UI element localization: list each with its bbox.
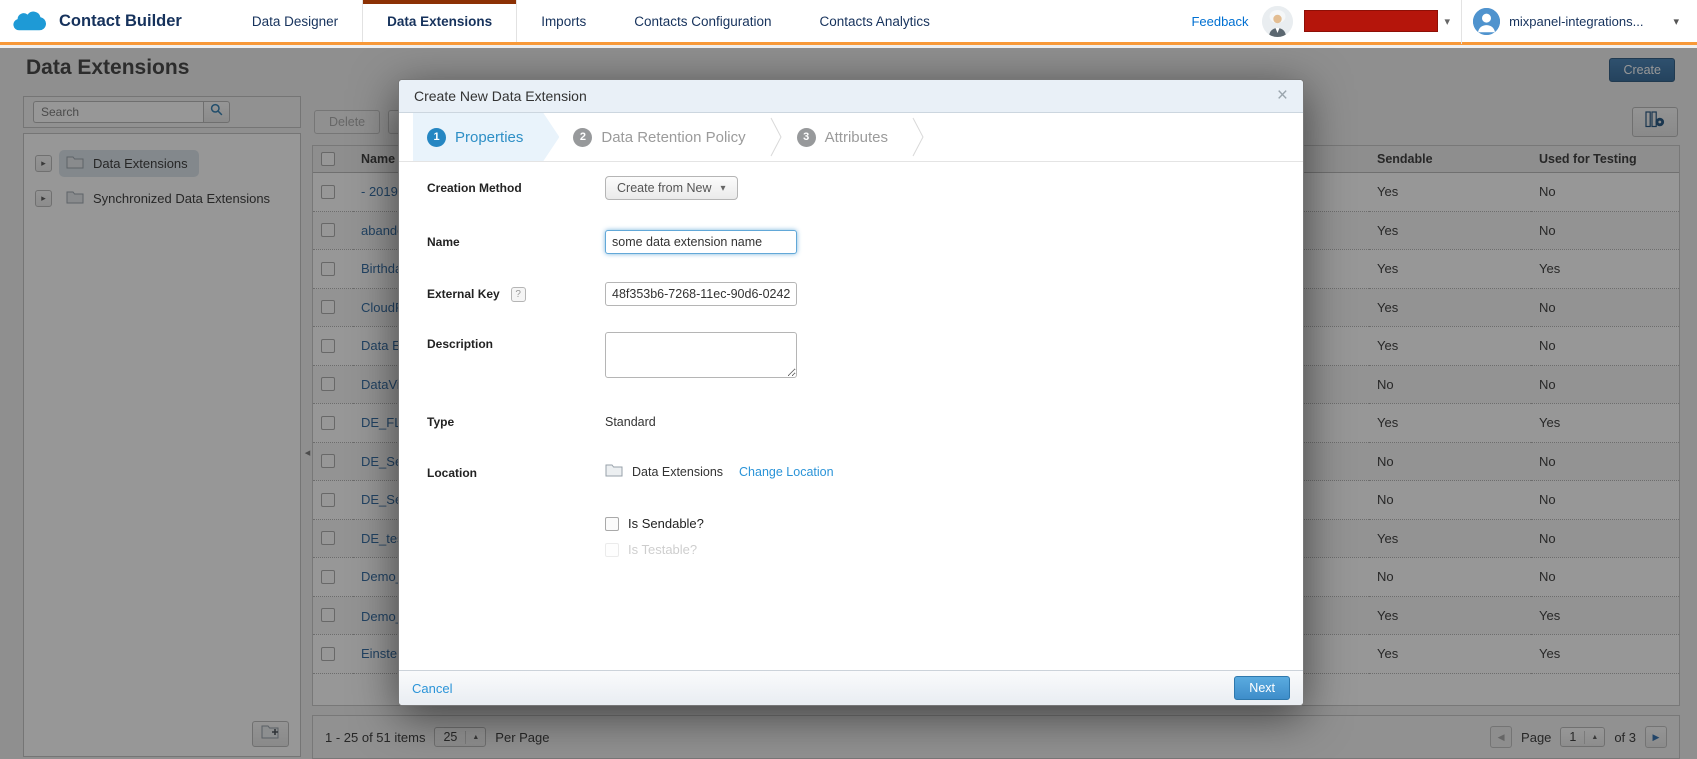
redacted-account-switcher[interactable] [1304, 10, 1438, 32]
creation-method-label: Creation Method [427, 176, 605, 200]
einstein-avatar-icon[interactable] [1262, 6, 1293, 37]
next-button[interactable]: Next [1234, 676, 1290, 700]
nav-item-data-extensions[interactable]: Data Extensions [362, 0, 517, 42]
wizard-steps: 1 Properties 2 Data Retention Policy 3 A… [399, 113, 1303, 162]
description-label: Description [427, 332, 605, 378]
name-label: Name [427, 230, 605, 254]
user-avatar-icon[interactable] [1473, 8, 1500, 35]
nav-item-contacts-configuration[interactable]: Contacts Configuration [610, 0, 795, 42]
is-sendable-row: Is Sendable? [605, 516, 1303, 531]
app-title: Contact Builder [59, 12, 182, 31]
creation-method-value: Create from New [617, 181, 711, 195]
header-right: Feedback ▾ mixpanel-integrations... ▾ [1191, 0, 1697, 42]
create-data-extension-modal: Create New Data Extension × 1 Properties… [398, 79, 1304, 706]
cloud-logo-icon [13, 9, 50, 34]
is-sendable-label: Is Sendable? [628, 516, 704, 531]
app-header: Contact Builder Data Designer Data Exten… [0, 0, 1697, 45]
step-attributes[interactable]: 3 Attributes [783, 113, 912, 161]
step-label: Properties [455, 129, 523, 146]
external-key-label: External Key ? [427, 282, 605, 306]
description-textarea[interactable] [605, 332, 797, 378]
is-testable-row: Is Testable? [605, 542, 1303, 557]
folder-icon [605, 463, 623, 480]
step-label: Attributes [825, 129, 888, 146]
step-separator-chevron-icon [770, 113, 783, 161]
feedback-link[interactable]: Feedback [1191, 14, 1248, 29]
header-divider [1461, 0, 1462, 44]
is-testable-label: Is Testable? [628, 542, 697, 557]
modal-title: Create New Data Extension [414, 88, 587, 104]
step-number-badge: 3 [797, 128, 816, 147]
step-number-badge: 1 [427, 128, 446, 147]
close-icon[interactable]: × [1277, 89, 1288, 103]
chevron-down-icon: ▾ [720, 183, 725, 194]
name-input[interactable] [605, 230, 797, 254]
modal-footer: Cancel Next [399, 670, 1303, 705]
modal-header: Create New Data Extension × [399, 80, 1303, 113]
type-value: Standard [605, 410, 656, 429]
step-number-badge: 2 [573, 128, 592, 147]
step-data-retention-policy[interactable]: 2 Data Retention Policy [559, 113, 769, 161]
nav-item-imports[interactable]: Imports [517, 0, 610, 42]
is-sendable-checkbox[interactable] [605, 517, 619, 531]
creation-method-dropdown[interactable]: Create from New ▾ [605, 176, 738, 200]
step-properties[interactable]: 1 Properties [413, 113, 559, 161]
type-label: Type [427, 410, 605, 429]
location-label: Location [427, 461, 605, 480]
external-key-input[interactable] [605, 282, 797, 306]
modal-body: Creation Method Create from New ▾ Name E… [399, 162, 1303, 670]
nav-item-data-designer[interactable]: Data Designer [228, 0, 362, 42]
step-separator-chevron-icon [912, 113, 925, 161]
nav-item-contacts-analytics[interactable]: Contacts Analytics [796, 0, 954, 42]
top-nav: Data Designer Data Extensions Imports Co… [228, 0, 954, 42]
account-name[interactable]: mixpanel-integrations... [1509, 14, 1643, 29]
account-menu-caret-icon[interactable]: ▾ [1673, 15, 1679, 28]
change-location-link[interactable]: Change Location [739, 465, 834, 479]
account-switcher-caret-icon[interactable]: ▾ [1445, 15, 1451, 28]
step-label: Data Retention Policy [601, 129, 745, 146]
help-icon[interactable]: ? [511, 287, 526, 302]
is-testable-checkbox [605, 543, 619, 557]
cancel-button[interactable]: Cancel [412, 681, 452, 696]
location-value: Data Extensions [632, 465, 723, 479]
